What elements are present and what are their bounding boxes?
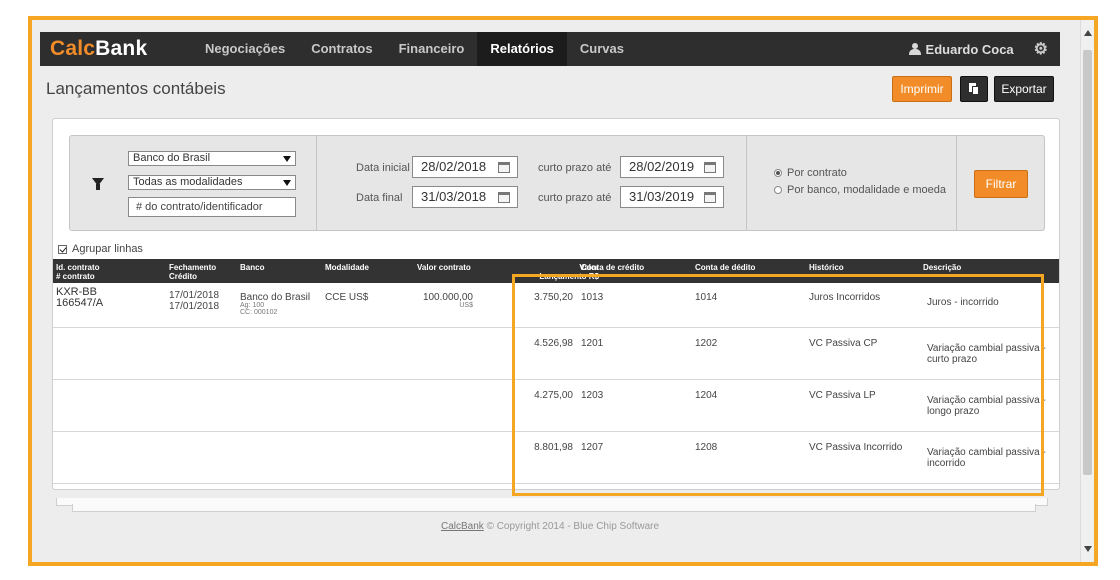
- short-term-date-input-1[interactable]: 28/02/2019: [620, 156, 724, 178]
- highlight-box: [512, 274, 1044, 496]
- scroll-down-icon[interactable]: [1084, 546, 1092, 552]
- filter-button[interactable]: Filtrar: [974, 170, 1028, 198]
- calendar-icon[interactable]: [498, 192, 510, 203]
- bank-select-value: Banco do Brasil: [133, 152, 211, 164]
- chevron-down-icon: [283, 156, 291, 162]
- header-descricao: Descrição: [923, 263, 962, 272]
- start-date-value: 28/02/2018: [421, 159, 487, 174]
- contract-account: CC: 000102: [240, 309, 278, 316]
- footer-link[interactable]: CalcBank: [441, 521, 484, 532]
- scroll-up-icon[interactable]: [1084, 30, 1092, 36]
- contract-dates: 17/01/2018 17/01/2018: [169, 290, 220, 312]
- divider: [746, 136, 747, 230]
- nav-negociacoes[interactable]: Negociações: [192, 32, 298, 66]
- footer: CalcBank © Copyright 2014 - Blue Chip So…: [40, 521, 1060, 532]
- vertical-scrollbar[interactable]: [1080, 20, 1094, 562]
- copy-button[interactable]: [960, 76, 988, 102]
- start-date-input[interactable]: 28/02/2018: [412, 156, 518, 178]
- funnel-stem: [96, 184, 100, 190]
- header-conta-debito: Conta de dédito: [695, 263, 756, 272]
- radio-by-contract[interactable]: Por contrato: [774, 167, 847, 179]
- logo-bank: Bank: [95, 37, 148, 60]
- header-banco: Banco: [240, 263, 265, 272]
- radio-by-bank[interactable]: Por banco, modalidade e moeda: [774, 184, 946, 196]
- page-header: Lançamentos contábeis Imprimir Exportar: [40, 66, 1060, 116]
- end-date-input[interactable]: 31/03/2018: [412, 186, 518, 208]
- nav-contratos[interactable]: Contratos: [298, 32, 385, 66]
- short-term-label-2: curto prazo até: [538, 192, 612, 204]
- top-navbar: CalcBank Negociações Contratos Financeir…: [40, 32, 1060, 66]
- contract-id-input[interactable]: # do contrato/identificador: [128, 197, 296, 217]
- calendar-icon[interactable]: [704, 192, 716, 203]
- contract-currency: US$: [459, 302, 473, 309]
- calcbank-logo[interactable]: CalcBank: [50, 37, 190, 61]
- short-term-date-value-1: 28/02/2019: [629, 159, 695, 174]
- contract-id: KXR-BB 166547/A: [56, 286, 104, 309]
- nav-curvas[interactable]: Curvas: [567, 32, 637, 66]
- main-nav: Negociações Contratos Financeiro Relatór…: [192, 32, 637, 66]
- print-button[interactable]: Imprimir: [892, 76, 952, 102]
- group-rows-label: Agrupar linhas: [72, 243, 143, 255]
- chevron-down-icon: [283, 180, 291, 186]
- radio-selected-icon: [774, 169, 782, 177]
- short-term-date-input-2[interactable]: 31/03/2019: [620, 186, 724, 208]
- export-button[interactable]: Exportar: [994, 76, 1054, 102]
- header-historico: Histórico: [809, 263, 844, 272]
- user-icon: [908, 43, 921, 55]
- user-area: Eduardo Coca ⚙: [908, 32, 1054, 66]
- paper-stack-edge: [72, 504, 1036, 512]
- radio-by-contract-label: Por contrato: [787, 167, 847, 179]
- short-term-date-value-2: 31/03/2019: [629, 189, 695, 204]
- calendar-icon[interactable]: [498, 162, 510, 173]
- calendar-icon[interactable]: [704, 162, 716, 173]
- copy-icon: [969, 83, 979, 95]
- scrollbar-thumb[interactable]: [1083, 50, 1092, 475]
- gear-icon[interactable]: ⚙: [1034, 39, 1048, 59]
- app: CalcBank Negociações Contratos Financeir…: [40, 32, 1060, 532]
- header-modalidade: Modalidade: [325, 263, 370, 272]
- bank-select[interactable]: Banco do Brasil: [128, 151, 296, 166]
- short-term-label-1: curto prazo até: [538, 162, 612, 174]
- header-valor-contrato: Valor contrato: [417, 263, 471, 272]
- nav-relatorios[interactable]: Relatórios: [477, 32, 567, 66]
- footer-copyright: © Copyright 2014 - Blue Chip Software: [486, 521, 660, 532]
- start-date-label: Data inicial: [356, 162, 410, 174]
- divider: [316, 136, 317, 230]
- nav-financeiro[interactable]: Financeiro: [386, 32, 478, 66]
- header-conta-credito: Conta de crédito: [581, 263, 645, 272]
- user-name[interactable]: Eduardo Coca: [926, 42, 1014, 57]
- modality-select[interactable]: Todas as modalidades: [128, 175, 296, 190]
- header-fechamento: Fechamento Crédito: [169, 263, 217, 281]
- filter-bar: Banco do Brasil Todas as modalidades # d…: [69, 135, 1045, 231]
- contract-modality: CCE US$: [325, 292, 369, 303]
- end-date-label: Data final: [356, 192, 403, 204]
- screenshot-frame: CalcBank Negociações Contratos Financeir…: [28, 16, 1098, 566]
- divider: [956, 136, 957, 230]
- group-rows-toggle[interactable]: Agrupar linhas: [58, 243, 143, 255]
- radio-unselected-icon: [774, 186, 782, 194]
- header-id: Id. contrato # contrato: [56, 263, 100, 281]
- radio-by-bank-label: Por banco, modalidade e moeda: [787, 184, 946, 196]
- logo-calc: Calc: [50, 37, 96, 60]
- page-title: Lançamentos contábeis: [46, 79, 226, 98]
- modality-select-value: Todas as modalidades: [133, 176, 243, 188]
- end-date-value: 31/03/2018: [421, 189, 487, 204]
- checkbox-checked-icon: [58, 244, 67, 254]
